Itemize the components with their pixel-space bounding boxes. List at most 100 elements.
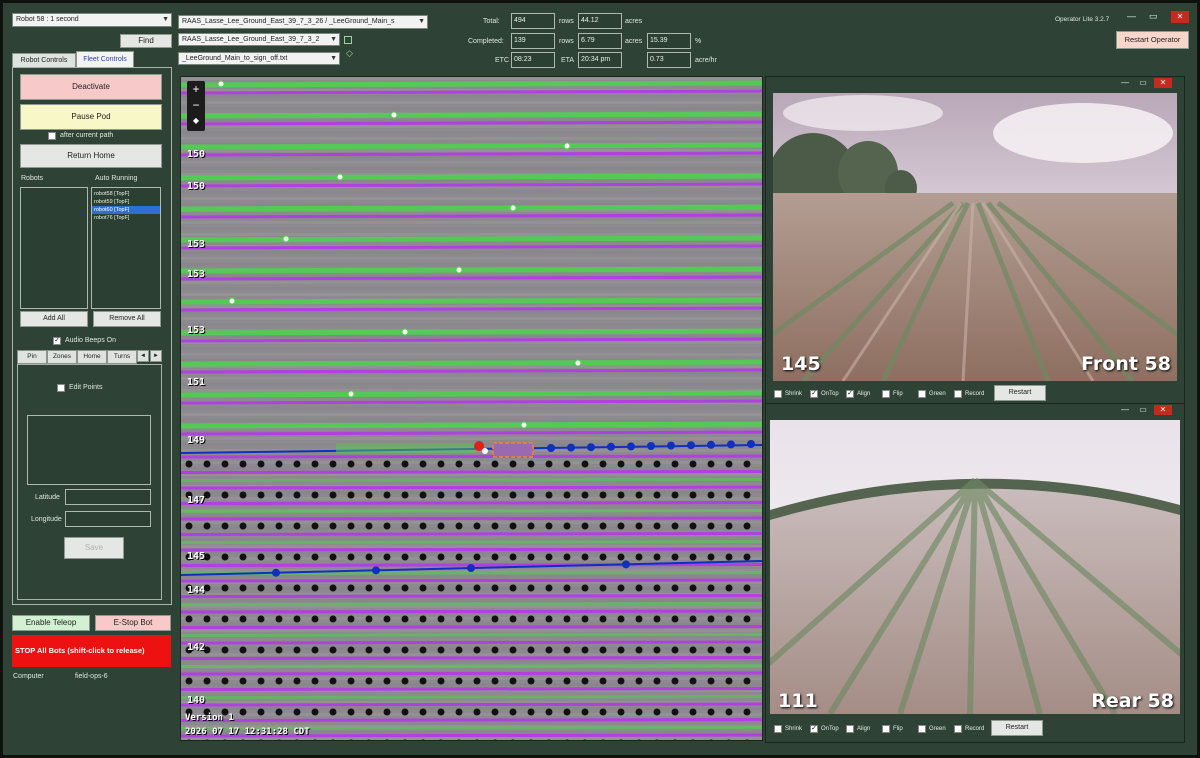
path-point [617, 708, 625, 716]
path-point [275, 646, 283, 654]
flip-checkbox[interactable] [882, 390, 890, 398]
path-file-select[interactable]: _LeeGround_Main_to_sign_off.txt ▼ [178, 52, 340, 65]
waypoint-marker[interactable] [574, 359, 582, 367]
maximize-icon[interactable]: ▭ [1149, 11, 1158, 22]
save-button[interactable]: Save [64, 537, 124, 559]
tab-turns[interactable]: Turns [107, 350, 137, 364]
path-point [311, 708, 319, 716]
list-item[interactable]: robot76 [TopF] [92, 214, 160, 222]
chevron-down-icon: ▼ [162, 16, 169, 23]
green-checkbox[interactable] [918, 725, 926, 733]
add-all-button[interactable]: Add All [20, 311, 88, 327]
edit-points-checkbox[interactable] [57, 384, 65, 392]
mission-file-select[interactable]: RAAS_Lasse_Lee_Ground_East_39_7_3_26 / _… [178, 15, 428, 29]
path-point [257, 553, 265, 561]
path-point [671, 553, 679, 561]
field-map[interactable]: + − ◆ 150 150 153 153 153 151 149 147 145 144 142 1… [180, 76, 763, 741]
flip-checkbox[interactable] [882, 725, 890, 733]
path-point [257, 460, 265, 468]
planned-row-line [181, 695, 762, 699]
pin-list[interactable] [27, 415, 151, 485]
waypoint-marker[interactable] [401, 328, 409, 336]
after-current-path-checkbox[interactable] [48, 132, 56, 140]
waypoint-marker[interactable] [390, 111, 398, 119]
path-point [689, 646, 697, 654]
minimize-icon[interactable]: — [1127, 11, 1136, 21]
front-restart-button[interactable]: Restart [994, 385, 1046, 401]
shrink-checkbox[interactable] [774, 725, 782, 733]
waypoint-marker[interactable] [455, 266, 463, 274]
path-point [545, 491, 553, 499]
shrink-checkbox[interactable] [774, 390, 782, 398]
tab-scroll-left-icon[interactable]: ◄ [137, 350, 149, 362]
zoom-in-icon[interactable]: + [187, 81, 205, 97]
list-item[interactable]: robot58 [TopF] [92, 188, 160, 198]
path-point [467, 564, 475, 573]
tab-fleet-controls[interactable]: Fleet Controls [76, 51, 134, 68]
audio-beeps-checkbox[interactable]: ✓ [53, 337, 61, 345]
zoom-out-icon[interactable]: − [187, 97, 205, 113]
list-item[interactable]: robot59 [TopF] [92, 198, 160, 206]
deactivate-button[interactable]: Deactivate [20, 74, 162, 100]
waypoint-marker[interactable] [520, 421, 528, 429]
restart-operator-button[interactable]: Restart Operator [1116, 31, 1189, 49]
green-checkbox[interactable] [918, 390, 926, 398]
align-checkbox[interactable] [846, 725, 854, 733]
waypoint-marker[interactable] [336, 173, 344, 181]
longitude-field[interactable] [65, 511, 151, 527]
path-point [275, 491, 283, 499]
record-checkbox[interactable] [954, 390, 962, 398]
robots-list[interactable] [20, 187, 88, 309]
remove-all-button[interactable]: Remove All [93, 311, 161, 327]
path-point [401, 615, 409, 623]
reset-view-icon[interactable]: ◆ [187, 113, 205, 129]
tab-home[interactable]: Home [77, 350, 107, 364]
waypoint-marker[interactable] [347, 390, 355, 398]
list-item-selected[interactable]: robot60 [TopF] [92, 206, 160, 214]
record-checkbox[interactable] [954, 725, 962, 733]
rear-restart-button[interactable]: Restart [991, 720, 1043, 736]
robot-footprint[interactable] [492, 442, 534, 458]
stop-all-bots-button[interactable]: STOP All Bots (shift-click to release) [12, 635, 171, 667]
latitude-field[interactable] [65, 489, 151, 505]
minimize-icon[interactable]: — [1118, 405, 1132, 415]
path-point [365, 677, 373, 685]
path-point [455, 677, 463, 685]
maximize-icon[interactable]: ▭ [1136, 78, 1150, 88]
tab-scroll-right-icon[interactable]: ► [150, 350, 162, 362]
tab-robot-controls[interactable]: Robot Controls [12, 53, 76, 68]
path-point [419, 677, 427, 685]
waypoint-marker[interactable] [217, 80, 225, 88]
path-point [725, 615, 733, 623]
close-icon[interactable]: ✕ [1154, 405, 1172, 415]
auto-running-list[interactable]: robot58 [TopF] robot59 [TopF] robot60 [T… [91, 187, 161, 309]
pause-pod-button[interactable]: Pause Pod [20, 104, 162, 130]
enable-teleop-button[interactable]: Enable Teleop [12, 615, 90, 631]
return-home-button[interactable]: Return Home [20, 144, 162, 168]
minimize-icon[interactable]: — [1118, 78, 1132, 88]
waypoint-marker[interactable] [509, 204, 517, 212]
map-texture [181, 293, 762, 296]
refresh-icon[interactable]: ◇ [346, 48, 353, 59]
ontop-checkbox[interactable]: ✓ [810, 390, 818, 398]
field-file-select[interactable]: RAAS_Lasse_Lee_Ground_East_39_7_3_2 ▼ [178, 33, 340, 46]
tab-zones[interactable]: Zones [47, 350, 77, 364]
align-checkbox[interactable]: ✓ [846, 390, 854, 398]
ontop-checkbox[interactable]: ✓ [810, 725, 818, 733]
find-button[interactable]: Find [120, 34, 172, 48]
waypoint-marker[interactable] [282, 235, 290, 243]
path-point [419, 584, 427, 592]
add-file-icon[interactable] [344, 36, 352, 44]
waypoint-marker[interactable] [228, 297, 236, 305]
path-point [347, 522, 355, 530]
field-map-canvas[interactable] [181, 77, 763, 741]
close-icon[interactable]: ✕ [1154, 78, 1172, 88]
estop-bot-button[interactable]: E-Stop Bot [95, 615, 171, 631]
tab-pin[interactable]: Pin [17, 350, 47, 364]
close-icon[interactable]: ✕ [1171, 11, 1189, 23]
robot-select[interactable]: Robot 58 : 1 second ▼ [12, 13, 172, 27]
maximize-icon[interactable]: ▭ [1136, 405, 1150, 415]
map-texture [181, 191, 762, 194]
waypoint-marker[interactable] [563, 142, 571, 150]
path-point [671, 522, 679, 530]
